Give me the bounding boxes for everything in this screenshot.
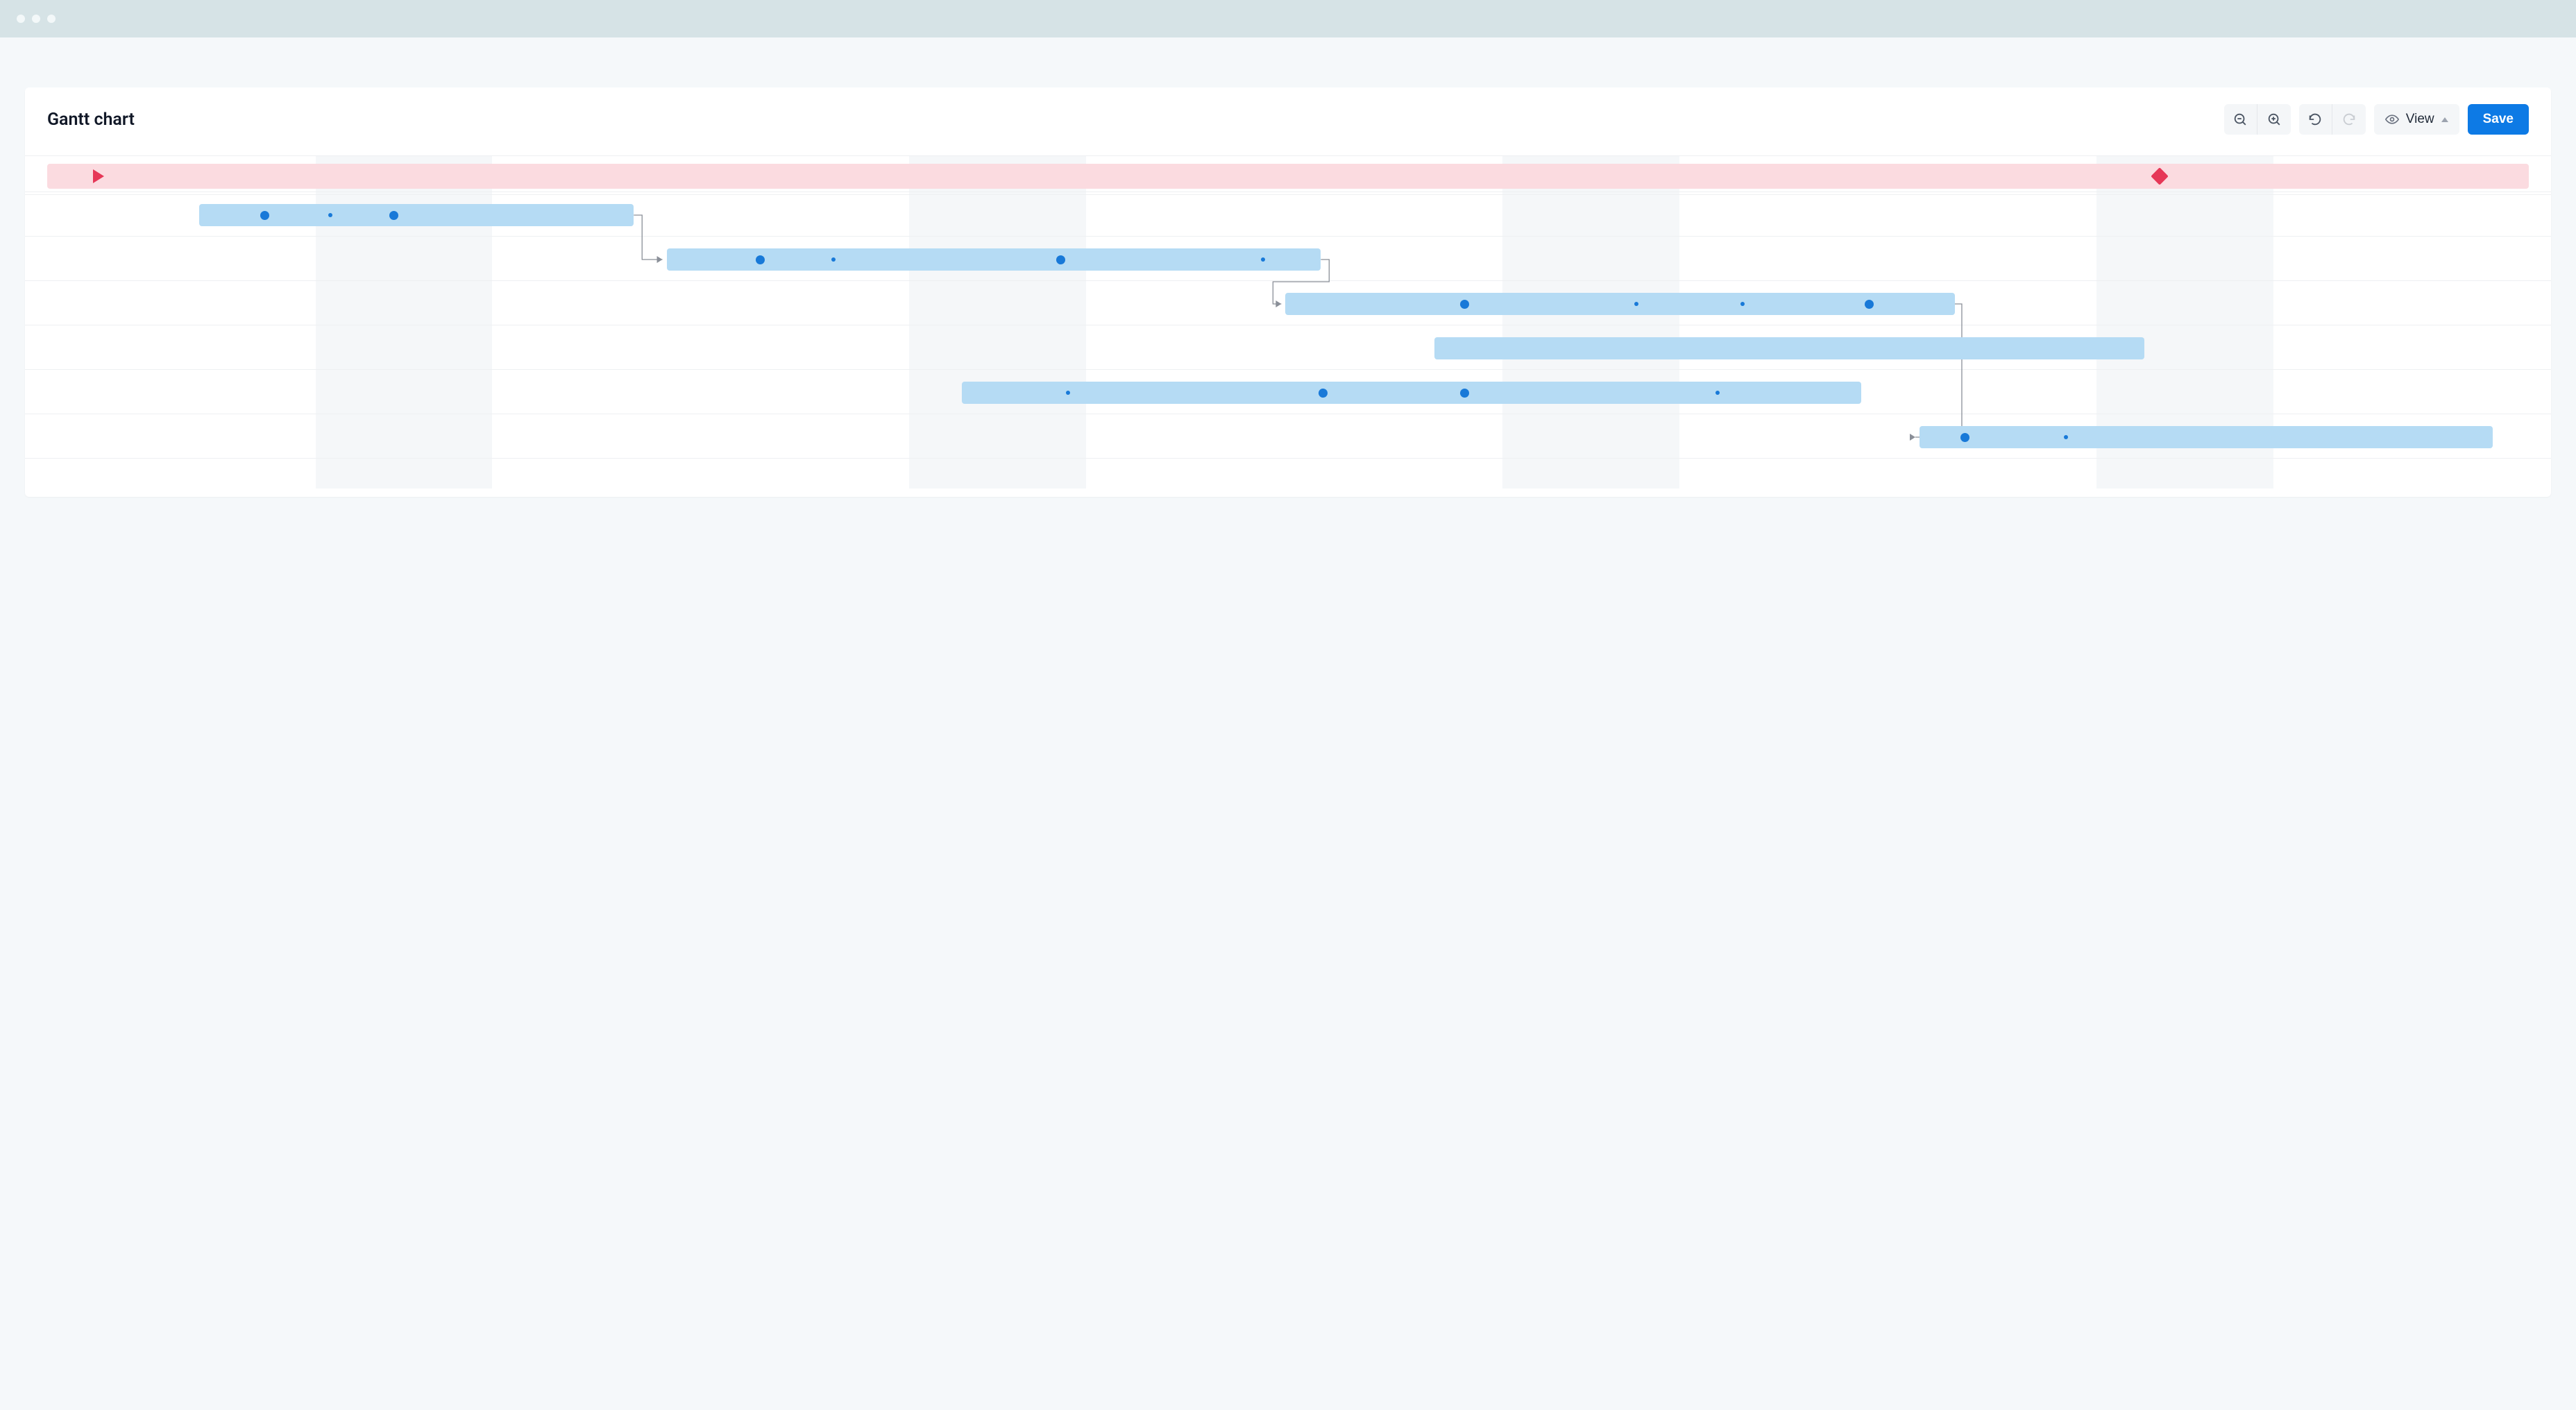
chevron-up-icon xyxy=(2441,117,2448,122)
grid-stripe xyxy=(1502,155,1679,489)
task-marker[interactable] xyxy=(389,211,398,220)
window-dot xyxy=(32,15,40,23)
gantt-bar[interactable] xyxy=(962,382,1861,404)
redo-button[interactable] xyxy=(2332,104,2366,135)
start-marker-icon[interactable] xyxy=(93,169,104,183)
task-marker[interactable] xyxy=(1056,255,1065,264)
undo-icon xyxy=(2307,112,2323,127)
undo-button[interactable] xyxy=(2299,104,2332,135)
toolbar-actions: View Save xyxy=(2224,104,2529,135)
grid-stripe xyxy=(909,155,1086,489)
task-marker[interactable] xyxy=(756,255,765,264)
task-marker[interactable] xyxy=(1460,389,1469,398)
task-marker[interactable] xyxy=(1460,300,1469,309)
view-dropdown[interactable]: View xyxy=(2374,104,2459,135)
app-card: Gantt chart xyxy=(25,87,2551,497)
save-button[interactable]: Save xyxy=(2468,104,2529,135)
toolbar: Gantt chart xyxy=(25,87,2551,148)
task-marker[interactable] xyxy=(1261,257,1265,262)
zoom-in-button[interactable] xyxy=(2257,104,2291,135)
row-divider xyxy=(25,458,2551,459)
zoom-group xyxy=(2224,104,2291,135)
zoom-out-button[interactable] xyxy=(2224,104,2257,135)
window-dot xyxy=(47,15,56,23)
zoom-out-icon xyxy=(2232,112,2248,127)
browser-window: Gantt chart xyxy=(0,0,2576,525)
history-group xyxy=(2299,104,2366,135)
task-marker[interactable] xyxy=(831,257,836,262)
gantt-bar[interactable] xyxy=(1434,337,2144,359)
eye-icon xyxy=(2385,112,2399,126)
zoom-in-icon xyxy=(2266,112,2282,127)
gantt-bar[interactable] xyxy=(1285,293,1955,315)
row-divider xyxy=(25,236,2551,237)
gantt-bar[interactable] xyxy=(1920,426,2493,448)
row-divider xyxy=(25,194,2551,195)
window-dot xyxy=(17,15,25,23)
row-divider xyxy=(25,369,2551,370)
gantt-chart[interactable] xyxy=(25,155,2551,489)
task-marker[interactable] xyxy=(1715,391,1720,395)
task-marker[interactable] xyxy=(1319,389,1328,398)
task-marker[interactable] xyxy=(260,211,269,220)
row-divider xyxy=(25,280,2551,281)
gantt-bar[interactable] xyxy=(667,248,1321,271)
redo-icon xyxy=(2341,112,2357,127)
task-marker[interactable] xyxy=(1960,433,1969,442)
page-title: Gantt chart xyxy=(47,110,135,130)
view-label: View xyxy=(2406,112,2434,127)
task-marker[interactable] xyxy=(1865,300,1874,309)
browser-titlebar xyxy=(0,0,2576,37)
row-divider xyxy=(25,155,2551,156)
